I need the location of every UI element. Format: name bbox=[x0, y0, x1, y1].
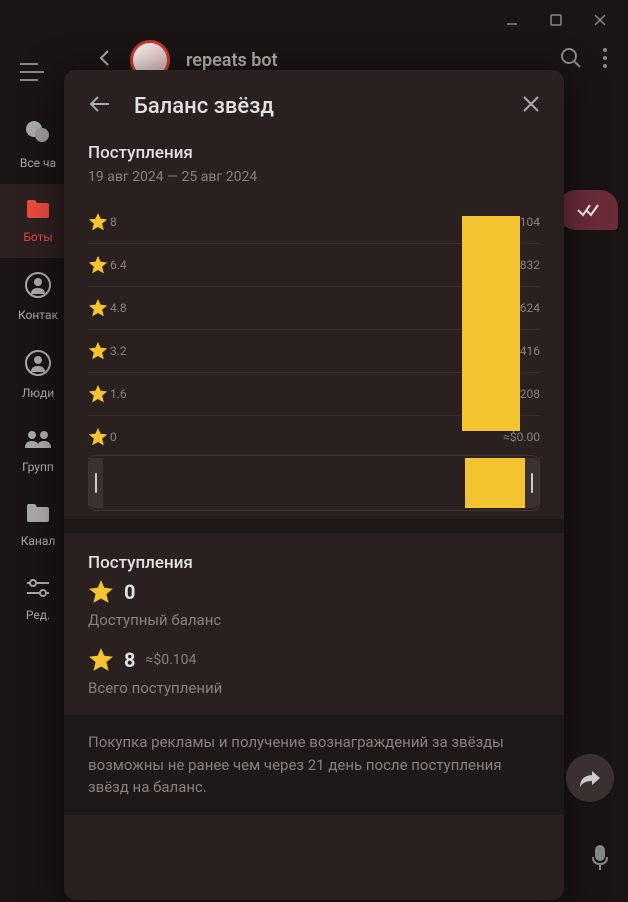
folder-icon bbox=[25, 198, 51, 226]
folder-icon bbox=[25, 502, 51, 530]
chart-y-tick: 8 bbox=[110, 215, 117, 229]
sidebar-item-label: Групп bbox=[22, 460, 54, 474]
modal-close-button[interactable] bbox=[522, 94, 540, 119]
maximize-button[interactable] bbox=[544, 8, 568, 32]
sliders-icon bbox=[25, 576, 51, 604]
sidebar-item-label: Все ча bbox=[20, 156, 56, 170]
chart-scrubber[interactable] bbox=[88, 455, 540, 511]
sidebar-item-label: Боты bbox=[23, 230, 52, 244]
sidebar-item-label: Канал bbox=[21, 534, 56, 548]
section-title: Поступления bbox=[88, 143, 540, 163]
modal-title: Баланс звёзд bbox=[134, 94, 498, 119]
total-balance-label: Всего поступлений bbox=[88, 679, 540, 697]
chart-y-right-tick: ≈$0.00 bbox=[503, 430, 540, 444]
chart-y-tick: 3.2 bbox=[110, 344, 127, 358]
star-icon bbox=[88, 647, 114, 673]
available-balance-value: 0 bbox=[124, 580, 135, 604]
chat-back-button[interactable] bbox=[96, 48, 114, 72]
chart-y-tick: 4.8 bbox=[110, 301, 127, 315]
sidebar-item-label: Контак bbox=[18, 308, 58, 322]
scrubber-handle-right[interactable] bbox=[525, 458, 539, 508]
sidebar-item-label: Ред. bbox=[26, 608, 50, 622]
star-icon bbox=[88, 579, 114, 605]
scrubber-handle-left[interactable] bbox=[89, 458, 103, 508]
total-balance-value: 8 bbox=[124, 648, 135, 672]
date-range: 19 авг 2024 — 25 авг 2024 bbox=[88, 169, 540, 185]
person-icon bbox=[25, 272, 51, 304]
scrubber-bar-preview bbox=[465, 458, 525, 508]
chart-bar bbox=[462, 216, 520, 431]
share-button[interactable] bbox=[566, 754, 614, 802]
group-icon bbox=[24, 428, 52, 456]
chat-icon bbox=[25, 120, 51, 152]
chat-title[interactable]: repeats bot bbox=[186, 50, 544, 71]
window-close-button[interactable] bbox=[588, 8, 612, 32]
minimize-button[interactable] bbox=[500, 8, 524, 32]
divider bbox=[64, 519, 564, 533]
chart[interactable]: 8≈$0.1046.4≈$0.08324.8≈$0.06243.2≈$0.041… bbox=[88, 201, 540, 431]
chart-y-tick: 0 bbox=[110, 430, 117, 444]
more-icon[interactable] bbox=[602, 47, 608, 74]
person-icon bbox=[25, 350, 51, 382]
mic-icon[interactable] bbox=[590, 844, 610, 878]
chart-y-tick: 1.6 bbox=[110, 387, 127, 401]
total-balance-usd: ≈$0.104 bbox=[145, 652, 196, 668]
section-title: Поступления bbox=[88, 553, 540, 573]
chart-y-tick: 6.4 bbox=[110, 258, 127, 272]
sidebar-item-label: Люди bbox=[22, 386, 54, 400]
info-text: Покупка рекламы и получение вознагражден… bbox=[64, 715, 564, 815]
available-balance-label: Доступный баланс bbox=[88, 611, 540, 629]
search-icon[interactable] bbox=[560, 47, 582, 74]
modal-back-button[interactable] bbox=[88, 94, 110, 119]
stars-balance-modal: Баланс звёзд Поступления 19 авг 2024 — 2… bbox=[64, 70, 564, 900]
message-bubble[interactable] bbox=[558, 190, 618, 230]
